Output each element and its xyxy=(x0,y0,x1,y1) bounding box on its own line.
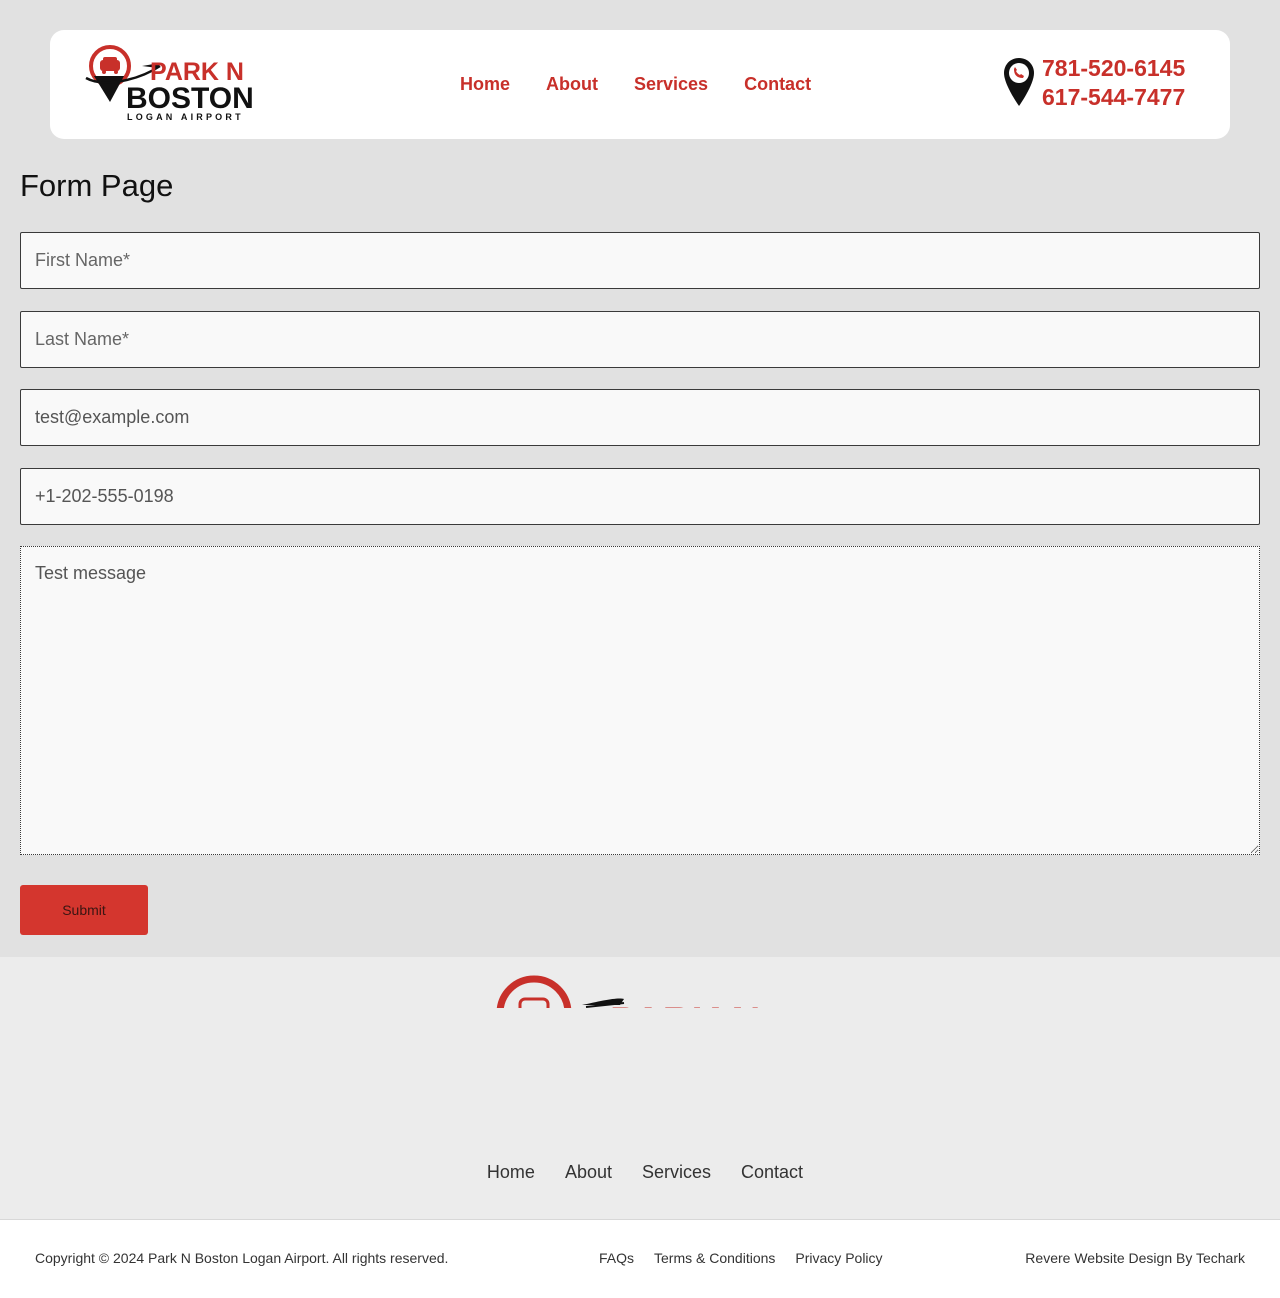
legal-links: FAQs Terms & Conditions Privacy Policy xyxy=(599,1250,883,1266)
phone-field[interactable] xyxy=(20,468,1260,525)
footer-nav-home[interactable]: Home xyxy=(487,1162,535,1183)
park-n-boston-logo[interactable]: PARK N BOSTON LOGAN AIRPORT xyxy=(84,44,264,124)
footer-bottom: Copyright © 2024 Park N Boston Logan Air… xyxy=(0,1219,1280,1298)
first-name-field[interactable] xyxy=(20,232,1260,289)
faqs-link[interactable]: FAQs xyxy=(599,1250,634,1266)
footer-nav-contact[interactable]: Contact xyxy=(741,1162,803,1183)
privacy-link[interactable]: Privacy Policy xyxy=(795,1250,882,1266)
nav-home[interactable]: Home xyxy=(460,74,510,95)
message-field[interactable]: Test message xyxy=(20,546,1260,855)
design-credit[interactable]: Revere Website Design By Techark xyxy=(1025,1250,1245,1266)
nav-about[interactable]: About xyxy=(546,74,598,95)
phone-link-1[interactable]: 781-520-6145 xyxy=(1042,54,1185,83)
submit-button[interactable]: Submit xyxy=(20,885,148,935)
last-name-field[interactable] xyxy=(20,311,1260,368)
footer-logo[interactable]: PARK N xyxy=(490,975,800,1008)
nav-services[interactable]: Services xyxy=(634,74,708,95)
phone-numbers: 781-520-6145 617-544-7477 xyxy=(1042,54,1185,112)
email-field[interactable] xyxy=(20,389,1260,446)
site-header: PARK N BOSTON LOGAN AIRPORT Home About S… xyxy=(50,30,1230,139)
footer-nav-about[interactable]: About xyxy=(565,1162,612,1183)
page-title: Form Page xyxy=(20,168,174,203)
copyright-text: Copyright © 2024 Park N Boston Logan Air… xyxy=(35,1250,449,1266)
footer-nav: Home About Services Contact xyxy=(0,1162,1280,1183)
footer-top: PARK N Home About Services Contact xyxy=(0,957,1280,1219)
location-phone-icon xyxy=(1004,58,1034,106)
svg-text:LOGAN AIRPORT: LOGAN AIRPORT xyxy=(127,112,244,122)
main-nav: Home About Services Contact xyxy=(460,74,811,95)
footer-nav-services[interactable]: Services xyxy=(642,1162,711,1183)
phone-link-2[interactable]: 617-544-7477 xyxy=(1042,83,1185,112)
nav-contact[interactable]: Contact xyxy=(744,74,811,95)
phone-contact: 781-520-6145 617-544-7477 xyxy=(1002,54,1185,112)
svg-text:PARK N: PARK N xyxy=(610,1000,760,1008)
terms-link[interactable]: Terms & Conditions xyxy=(654,1250,775,1266)
svg-text:BOSTON: BOSTON xyxy=(126,82,254,115)
